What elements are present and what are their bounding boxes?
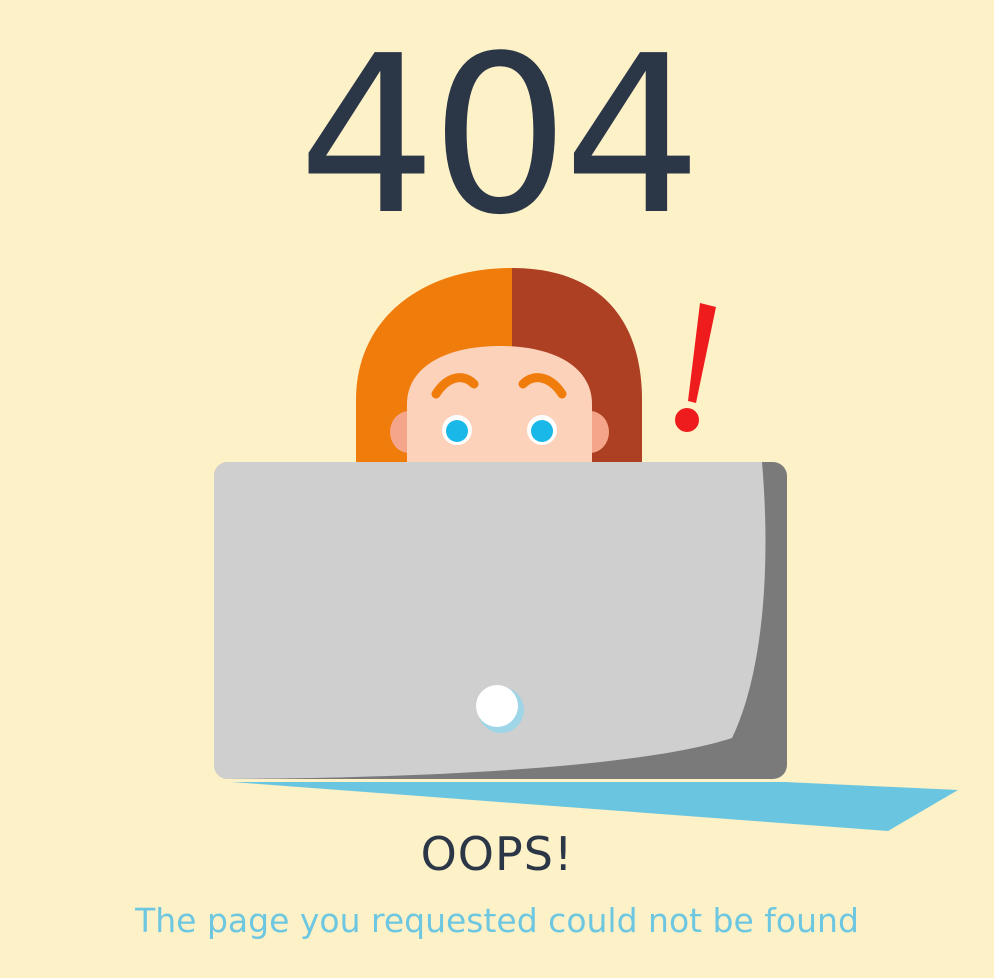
laptop-lid: [214, 462, 766, 779]
laptop-shadow: [232, 782, 958, 831]
laptop: [214, 462, 787, 779]
character-right-eye: [531, 420, 553, 442]
error-message: The page you requested could not be foun…: [135, 901, 859, 940]
character-left-eye: [446, 420, 468, 442]
headline: OOPS!: [420, 827, 574, 881]
laptop-logo: [476, 685, 518, 727]
exclamation-icon: [675, 303, 716, 432]
character-face: [407, 346, 592, 462]
